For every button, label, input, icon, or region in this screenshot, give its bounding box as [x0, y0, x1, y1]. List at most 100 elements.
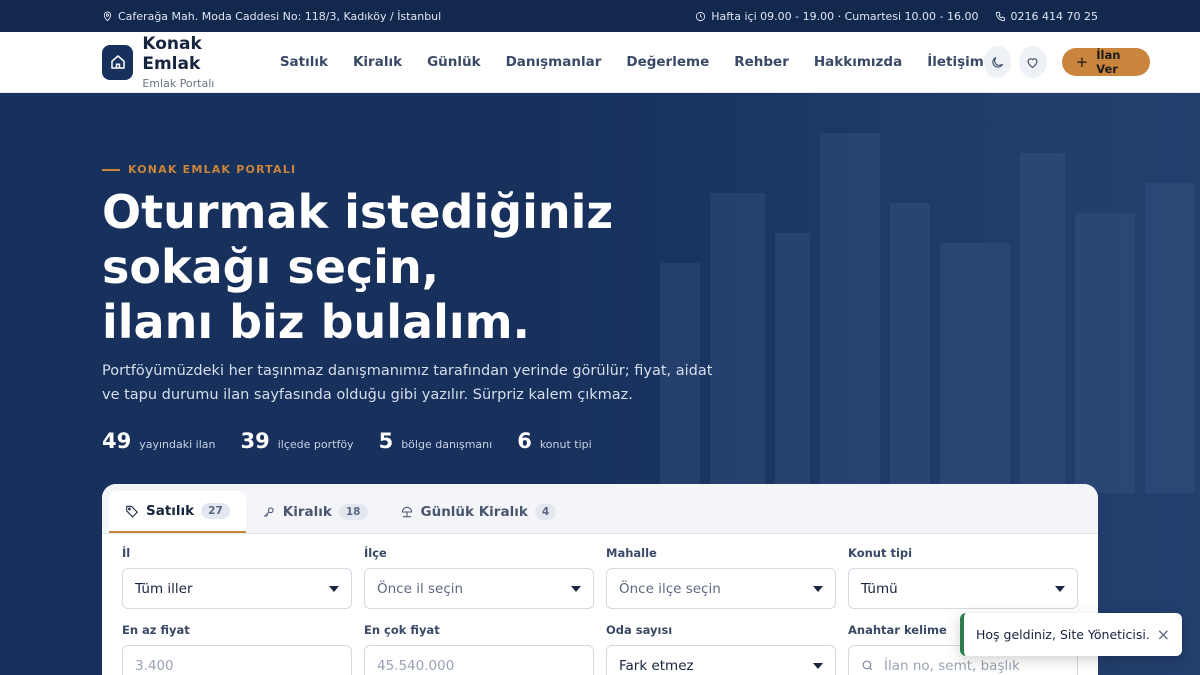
field-mahalle: Mahalle Önce ilçe seçin: [606, 546, 836, 623]
add-listing-label: İlan Ver: [1096, 48, 1121, 76]
headline-line-3: ilanı biz bulalım.: [102, 295, 531, 349]
field-ilce: İlçe Önce il seçin: [364, 546, 594, 623]
input-placeholder: 45.540.000: [377, 657, 455, 674]
field-oda: Oda sayısı Fark etmez: [606, 623, 836, 675]
stat-item: 5 bölge danışmanı: [379, 429, 493, 453]
field-label: Oda sayısı: [606, 623, 673, 637]
nav-item-gunluk[interactable]: Günlük: [427, 54, 481, 70]
address-info: Caferağa Mah. Moda Caddesi No: 118/3, Ka…: [102, 10, 441, 23]
beach-umbrella-icon: [401, 506, 412, 518]
phone-icon: [995, 11, 1005, 21]
stat-label: konut tipi: [539, 438, 592, 451]
city-skyline-background: [640, 93, 1200, 493]
location-pin-icon: [103, 11, 112, 21]
field-konut-tipi: Konut tipi Tümü: [848, 546, 1078, 623]
hero-eyebrow: KONAK EMLAK PORTALI: [102, 163, 296, 176]
select-value: Tümü: [861, 580, 898, 597]
nav-item-kiralik[interactable]: Kiralık: [353, 54, 402, 70]
eyebrow-text: KONAK EMLAK PORTALI: [128, 163, 297, 176]
tab-label: Satılık: [146, 503, 195, 519]
close-icon[interactable]: ×: [1157, 626, 1170, 643]
tab-label: Günlük Kiralık: [420, 504, 528, 520]
field-max-fiyat: En çok fiyat 45.540.000: [364, 623, 594, 675]
input-placeholder: İlan no, semt, başlık: [884, 657, 1020, 674]
home-logo-icon[interactable]: [102, 44, 134, 80]
search-card: Satılık 27 Kiralık 18 Günlük Kiralık 4 İ…: [102, 484, 1098, 675]
phone-link[interactable]: 0216 414 70 25: [995, 10, 1098, 23]
tab-gunluk-kiralik[interactable]: Günlük Kiralık 4: [384, 491, 573, 533]
room-count-select[interactable]: Fark etmez: [606, 645, 836, 675]
select-value: Önce ilçe seçin: [619, 580, 721, 597]
moon-icon: [992, 56, 1004, 68]
toast-message: Hoş geldiniz, Site Yöneticisi.: [976, 627, 1150, 642]
nav-item-iletisim[interactable]: İletişim: [927, 54, 984, 70]
field-label: İl: [122, 546, 131, 560]
stat-number: 5: [378, 429, 394, 453]
stat-number: 39: [240, 429, 270, 453]
main-header: Konak Emlak Emlak Portalı Satılık Kiralı…: [0, 32, 1200, 93]
plus-icon: +: [1075, 52, 1089, 71]
tag-icon: [126, 505, 138, 518]
key-icon: [263, 507, 274, 518]
tab-count-badge: 18: [338, 504, 368, 520]
main-nav: Satılık Kiralık Günlük Danışmanlar Değer…: [280, 54, 984, 70]
tab-label: Kiralık: [282, 504, 332, 520]
hero-stats: 49 yayındaki ilan 39 ilçede portföy 5 bö…: [102, 429, 592, 453]
nav-item-danismanlar[interactable]: Danışmanlar: [506, 54, 602, 70]
hero-section: KONAK EMLAK PORTALI Oturmak istediğiniz …: [0, 93, 1200, 675]
caret-down-icon: [813, 586, 823, 592]
add-listing-button[interactable]: + İlan Ver: [1061, 48, 1151, 76]
stat-item: 49 yayındaki ilan: [102, 429, 216, 453]
phone-text: 0216 414 70 25: [1010, 9, 1098, 23]
mahalle-select[interactable]: Önce ilçe seçin: [606, 568, 836, 609]
stat-label: ilçede portföy: [277, 438, 354, 451]
select-value: Tüm iller: [135, 580, 193, 597]
nav-item-satilik[interactable]: Satılık: [280, 54, 328, 70]
stat-label: bölge danışmanı: [401, 438, 493, 451]
field-label: İlçe: [364, 546, 387, 560]
field-label: Konut tipi: [848, 546, 913, 560]
ilce-select[interactable]: Önce il seçin: [364, 568, 594, 609]
caret-down-icon: [813, 663, 823, 669]
stat-number: 49: [102, 429, 132, 453]
search-form: İl Tüm iller İlçe Önce il seçin Mahalle …: [122, 546, 1078, 675]
search-tabs: Satılık 27 Kiralık 18 Günlük Kiralık 4: [102, 484, 1098, 534]
search-icon: [862, 660, 873, 671]
field-il: İl Tüm iller: [122, 546, 352, 623]
max-price-input[interactable]: 45.540.000: [364, 645, 594, 675]
field-min-fiyat: En az fiyat 3.400: [122, 623, 352, 675]
headline-line-2: sokağı seçin,: [102, 240, 440, 294]
clock-icon: [696, 11, 706, 21]
input-placeholder: 3.400: [135, 657, 174, 674]
nav-item-degerleme[interactable]: Değerleme: [626, 54, 709, 70]
address-text: Caferağa Mah. Moda Caddesi No: 118/3, Ka…: [118, 9, 442, 23]
stat-item: 39 ilçede portföy: [241, 429, 354, 453]
hero-headline: Oturmak istediğiniz sokağı seçin, ilanı …: [102, 185, 613, 350]
tab-count-badge: 4: [534, 504, 557, 520]
il-select[interactable]: Tüm iller: [122, 568, 352, 609]
brand-subtitle: Emlak Portalı: [142, 77, 215, 90]
welcome-toast: Hoş geldiniz, Site Yöneticisi. ×: [960, 613, 1182, 656]
field-label: Mahalle: [606, 546, 657, 560]
brand-name: Konak Emlak: [142, 34, 202, 74]
hours-info: Hafta içi 09.00 - 19.00 · Cumartesi 10.0…: [695, 10, 979, 23]
select-value: Fark etmez: [619, 657, 694, 674]
nav-item-hakkimizda[interactable]: Hakkımızda: [814, 54, 902, 70]
tab-kiralik[interactable]: Kiralık 18: [246, 491, 384, 533]
field-label: En az fiyat: [122, 623, 190, 637]
min-price-input[interactable]: 3.400: [122, 645, 352, 675]
favorites-button[interactable]: [1019, 46, 1047, 78]
caret-down-icon: [571, 586, 581, 592]
tab-count-badge: 27: [201, 503, 230, 519]
konut-tipi-select[interactable]: Tümü: [848, 568, 1078, 609]
nav-item-rehber[interactable]: Rehber: [734, 54, 789, 70]
heart-icon: [1027, 57, 1038, 68]
top-info-bar: Caferağa Mah. Moda Caddesi No: 118/3, Ka…: [0, 0, 1200, 32]
stat-label: yayındaki ilan: [139, 438, 216, 451]
caret-down-icon: [1055, 586, 1065, 592]
hero-lead: Portföyümüzdeki her taşınmaz danışmanımı…: [102, 363, 713, 403]
tab-satilik[interactable]: Satılık 27: [109, 491, 246, 533]
caret-down-icon: [329, 586, 339, 592]
dark-mode-button[interactable]: [983, 46, 1012, 78]
brand[interactable]: Konak Emlak Emlak Portalı: [142, 34, 252, 90]
